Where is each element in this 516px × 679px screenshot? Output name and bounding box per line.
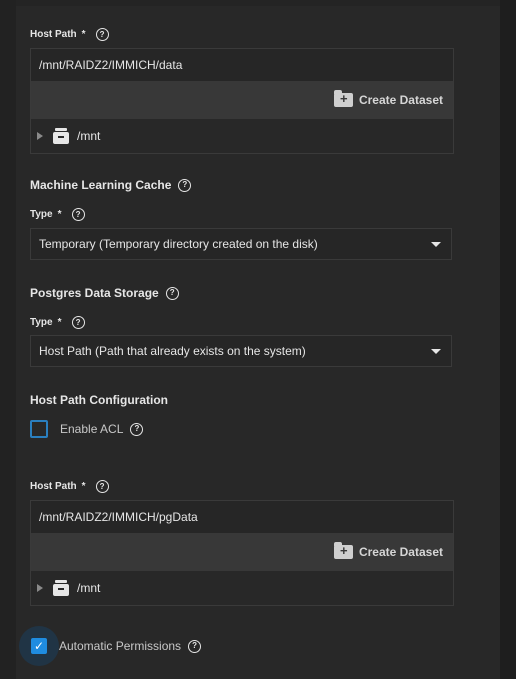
host-path-label: Host Path * ? <box>30 28 109 41</box>
tree-node-mnt[interactable]: /mnt <box>31 119 453 153</box>
help-circle-icon[interactable]: ? <box>188 639 202 653</box>
help-circle-icon[interactable]: ? <box>71 208 85 221</box>
ml-cache-type-select[interactable]: Temporary (Temporary directory created o… <box>30 228 452 260</box>
enable-acl-row: Enable ACL ? <box>30 420 144 438</box>
pg-storage-type-select[interactable]: Host Path (Path that already exists on t… <box>30 335 452 367</box>
pg-storage-title: Postgres Data Storage ? <box>30 286 179 300</box>
create-dataset-button[interactable]: + Create Dataset <box>333 90 443 107</box>
caret-down-icon <box>431 242 441 247</box>
host-path-explorer: /mnt/RAIDZ2/IMMICH/pgData + Create Datas… <box>30 500 454 606</box>
create-dataset-button[interactable]: + Create Dataset <box>333 542 443 559</box>
drive-icon <box>53 580 69 596</box>
ml-cache-type-label: Type * ? <box>30 208 85 221</box>
tree-node-mnt[interactable]: /mnt <box>31 571 453 605</box>
automatic-permissions-row: ✓ Automatic Permissions ? <box>19 626 202 666</box>
help-circle-icon[interactable]: ? <box>95 480 109 493</box>
left-gutter <box>0 0 16 679</box>
checkbox-focus-ring: ✓ <box>19 626 59 666</box>
help-circle-icon[interactable]: ? <box>178 178 192 192</box>
explorer-toolbar: + Create Dataset <box>31 81 453 119</box>
automatic-permissions-checkbox[interactable]: ✓ <box>31 638 47 654</box>
drive-icon <box>53 128 69 144</box>
help-circle-icon[interactable]: ? <box>130 422 144 436</box>
host-path-input[interactable]: /mnt/RAIDZ2/IMMICH/pgData <box>31 501 453 533</box>
help-circle-icon[interactable]: ? <box>95 28 109 41</box>
host-path-explorer: /mnt/RAIDZ2/IMMICH/data + Create Dataset… <box>30 48 454 154</box>
ml-cache-title: Machine Learning Cache ? <box>30 178 192 192</box>
tree-expand-arrow-icon[interactable] <box>37 584 43 592</box>
host-path-config-title: Host Path Configuration <box>30 393 168 407</box>
caret-down-icon <box>431 349 441 354</box>
host-path-label: Host Path * ? <box>30 480 109 493</box>
folder-plus-icon: + <box>333 542 353 559</box>
enable-acl-checkbox[interactable] <box>30 420 48 438</box>
top-divider <box>16 0 516 6</box>
folder-plus-icon: + <box>333 90 353 107</box>
help-circle-icon[interactable]: ? <box>165 286 179 300</box>
help-circle-icon[interactable]: ? <box>71 316 85 329</box>
explorer-toolbar: + Create Dataset <box>31 533 453 571</box>
host-path-input[interactable]: /mnt/RAIDZ2/IMMICH/data <box>31 49 453 81</box>
pg-storage-type-label: Type * ? <box>30 316 85 329</box>
scrollbar-track[interactable] <box>500 0 516 679</box>
tree-expand-arrow-icon[interactable] <box>37 132 43 140</box>
